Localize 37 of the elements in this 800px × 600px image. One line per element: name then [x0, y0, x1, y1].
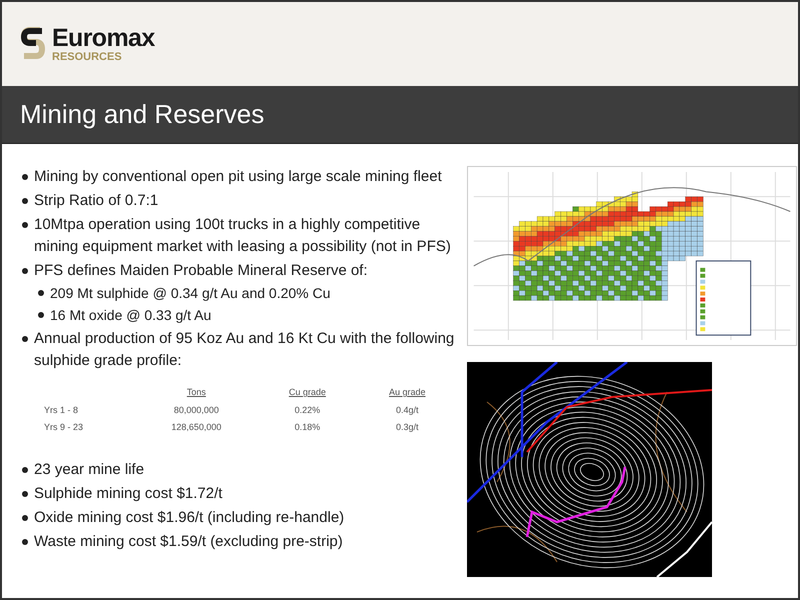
bullet-text: Annual production of 95 Koz Au and 16 Kt Cu with the following sulphide grade profile:: [34, 329, 456, 371]
slide-title: Mining and Reserves: [20, 98, 264, 131]
table-cell-text: 0.3g/t: [394, 421, 420, 434]
bullet-text: 16 Mt oxide @ 0.33 g/t Au: [50, 306, 212, 325]
bullet-icon: [38, 290, 44, 296]
bullet-text: PFS defines Maiden Probable Mineral Reserve of:: [34, 261, 368, 281]
table-cell-text: Yrs 9 - 23: [43, 421, 84, 434]
bullet-icon: [22, 222, 28, 228]
table-cell-text: Yrs 1 - 8: [43, 404, 80, 416]
bullet-text: Mining by conventional open pit using large scale mining fleet: [34, 167, 442, 187]
bullet-icon: [22, 198, 28, 204]
bullet-text: 23 year mine life: [34, 460, 144, 480]
bullet-icon: [22, 490, 28, 496]
bullet-text: 209 Mt sulphide @ 0.34 g/t Au and 0.20% Cu: [50, 284, 330, 303]
table-cell-text: 0.18%: [294, 421, 322, 434]
bullet-icon: [22, 174, 28, 180]
bullet-text: 10Mtpa operation using 100t trucks in a highly competitive mining equipment market with leasing a possibility (not in PFS): [34, 215, 452, 257]
bullet-icon: [22, 336, 28, 342]
table-cell-text: 0.4g/t: [394, 404, 420, 417]
bullet-icon: [22, 268, 28, 274]
logo-icon: [20, 26, 46, 62]
column-header: Au grade: [388, 387, 426, 397]
bullet-text: Waste mining cost $1.59/t (excluding pre-strip): [34, 532, 343, 552]
logo-tagline: RESOURCES: [52, 52, 123, 62]
column-header: Cu grade: [288, 387, 326, 397]
table-cell-text: 0.22%: [294, 404, 322, 416]
bullet-icon: [38, 312, 44, 318]
column-header: Tons: [186, 387, 206, 397]
bullet-icon: [22, 514, 28, 520]
bullet-icon: [22, 538, 28, 544]
bullet-text: Oxide mining cost $1.96/t (including re-handle): [34, 508, 344, 528]
bullet-text: Strip Ratio of 0.7:1: [34, 191, 158, 211]
logo-name: Euromax: [52, 26, 155, 50]
table-cell-text: 128,650,000: [170, 421, 222, 434]
bullet-text: Sulphide mining cost $1.72/t: [34, 484, 222, 504]
table-cell-text: 80,000,000: [172, 404, 220, 416]
bullet-icon: [22, 466, 28, 472]
